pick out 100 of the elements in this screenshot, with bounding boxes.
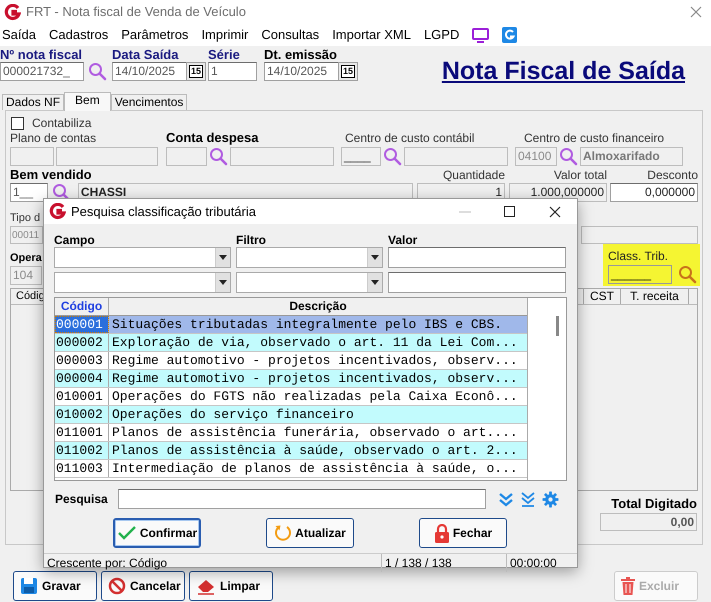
window-title: FRT - Nota fiscal de Venda de Veículo	[26, 3, 246, 22]
app-logo-icon	[4, 4, 21, 20]
input-field[interactable]: 14/10/2025	[112, 62, 186, 81]
input-field[interactable]	[56, 146, 158, 166]
table-cell-text: Operações do FGTS não realizadas pela Caixa Econô...	[111, 388, 518, 405]
status-text: Crescente por: Código	[44, 554, 382, 572]
field-label: Class. Trib.	[608, 249, 668, 263]
table-row[interactable]: 010002 Operações do serviço financeiro	[55, 406, 527, 424]
refresh-icon	[274, 524, 292, 542]
field-label: Tipo d	[10, 211, 40, 225]
input-field[interactable]: 1__	[10, 183, 48, 202]
table-cell: 000001	[55, 316, 109, 333]
tab[interactable]: Dados NF	[2, 94, 64, 110]
table-cell-text: Regime automotivo - projetos incentivados, observ...	[111, 370, 518, 387]
status-text: 00:00:00	[509, 555, 558, 572]
dialog-button[interactable]: Atualizar	[266, 518, 354, 548]
table-cell: 011003	[55, 460, 109, 477]
double-chevron-down-icon[interactable]	[498, 491, 514, 507]
search-icon[interactable]	[559, 146, 578, 166]
input-field[interactable]: 000021732_	[0, 62, 84, 81]
action-button[interactable]: Gravar	[13, 571, 97, 601]
input-field[interactable]	[388, 247, 566, 268]
menu-item[interactable]: Consultas	[261, 25, 320, 45]
table-cell-text: Operações do serviço financeiro	[111, 406, 354, 423]
input-field[interactable]	[581, 226, 698, 244]
field-label: Série	[208, 47, 241, 62]
contabiliza-checkbox[interactable]	[11, 116, 24, 130]
menu-item[interactable]: Parâmetros	[121, 25, 188, 45]
field-label: Centro de custo financeiro	[524, 131, 664, 146]
search-icon[interactable]	[383, 146, 402, 166]
field-label: Desconto	[647, 168, 698, 182]
search-icon[interactable]	[678, 265, 697, 284]
input-field[interactable]	[10, 146, 54, 166]
dropdown-field[interactable]	[236, 247, 383, 268]
action-button[interactable]: Cancelar	[101, 571, 185, 601]
dialog-button[interactable]: Confirmar	[113, 518, 201, 548]
chevron-to-bottom-icon[interactable]	[520, 491, 536, 507]
dialog-title: Pesquisa classificação tributária	[71, 202, 256, 221]
table-cell: 010002	[55, 406, 109, 423]
monitor-icon[interactable]	[472, 28, 490, 42]
action-button[interactable]: Limpar	[189, 571, 273, 601]
input-field[interactable]: ____	[341, 146, 381, 166]
table-row[interactable]: 011002 Planos de assistência à saúde, observado o art. 2...	[55, 442, 527, 460]
table-cell-text: Planos de assistência funerária, observado o art....	[111, 424, 518, 441]
field-label: Dt. emissão	[264, 47, 338, 62]
column-header[interactable]: Descrição	[109, 298, 527, 315]
input-field[interactable]: 0,000000	[610, 183, 698, 202]
close-icon[interactable]	[548, 206, 560, 218]
trash-icon	[621, 577, 635, 595]
table-row[interactable]: 011003 Intermediação de planos de assistência à saúde, o...	[55, 460, 527, 478]
table-cell: 011001	[55, 424, 109, 441]
app-logo-icon[interactable]	[502, 27, 518, 43]
column-header[interactable]: Código	[55, 298, 109, 315]
total-field[interactable]: 0,00	[600, 513, 697, 531]
input-field[interactable]	[230, 146, 334, 166]
field-label: Opera	[10, 251, 42, 265]
table-cell: 000003	[55, 352, 109, 369]
input-field[interactable]: ______	[608, 265, 672, 284]
maximize-icon[interactable]	[504, 206, 515, 217]
input-field[interactable]	[166, 146, 207, 166]
lock-icon	[434, 524, 450, 542]
menu-item[interactable]: Importar XML	[332, 25, 411, 45]
table-row[interactable]: 000002 Exploração de via, observado o art. 11 da Lei Com...	[55, 334, 527, 352]
dropdown-field[interactable]	[236, 272, 383, 293]
column-header: CST	[583, 289, 621, 304]
field-label: Bem vendido	[10, 168, 92, 182]
status-text: 1 / 138 / 138	[382, 554, 507, 572]
search-icon[interactable]	[88, 62, 107, 81]
tab[interactable]: Vencimentos	[110, 94, 188, 110]
input-field[interactable]: 14/10/2025	[264, 62, 338, 81]
dialog-button[interactable]: Fechar	[419, 518, 507, 548]
input-field[interactable]	[388, 272, 566, 293]
menu-item[interactable]: Saída	[2, 25, 36, 45]
field-label: Centro de custo contábil	[345, 131, 476, 146]
table-cell: 010001	[55, 388, 109, 405]
table-cell: 000002	[55, 334, 109, 351]
input-field[interactable]	[404, 146, 508, 166]
minimize-icon[interactable]	[458, 210, 470, 214]
table-row[interactable]: 000004 Regime automotivo - projetos incentivados, observ...	[55, 370, 527, 388]
settings-icon[interactable]	[542, 490, 559, 508]
dropdown-field[interactable]	[54, 247, 231, 268]
menu-item[interactable]: Imprimir	[201, 25, 248, 45]
search-field[interactable]	[118, 489, 486, 509]
input-field[interactable]: Almoxarifado	[580, 146, 683, 166]
checkmark-icon	[116, 525, 137, 541]
menu-item[interactable]: Cadastros	[48, 25, 108, 45]
tab[interactable]: Bem	[64, 92, 111, 111]
eraser-icon	[196, 577, 216, 595]
search-label: Pesquisa	[54, 492, 109, 506]
search-icon[interactable]	[209, 146, 228, 166]
input-field[interactable]: 1	[208, 62, 257, 81]
menu-item[interactable]: LGPD	[424, 25, 460, 45]
field-label: Nº nota fiscal	[0, 47, 84, 62]
field-label: Quantidade	[442, 168, 505, 182]
column-header: T. receita	[621, 289, 689, 304]
filter-label: Valor	[388, 233, 418, 247]
table-row[interactable]: 000001 Situações tributadas integralmente pelo IBS e CBS.	[55, 316, 527, 334]
calendar-button[interactable]: 15	[338, 62, 358, 81]
calendar-button[interactable]: 15	[186, 62, 206, 81]
dropdown-field[interactable]	[54, 272, 231, 293]
